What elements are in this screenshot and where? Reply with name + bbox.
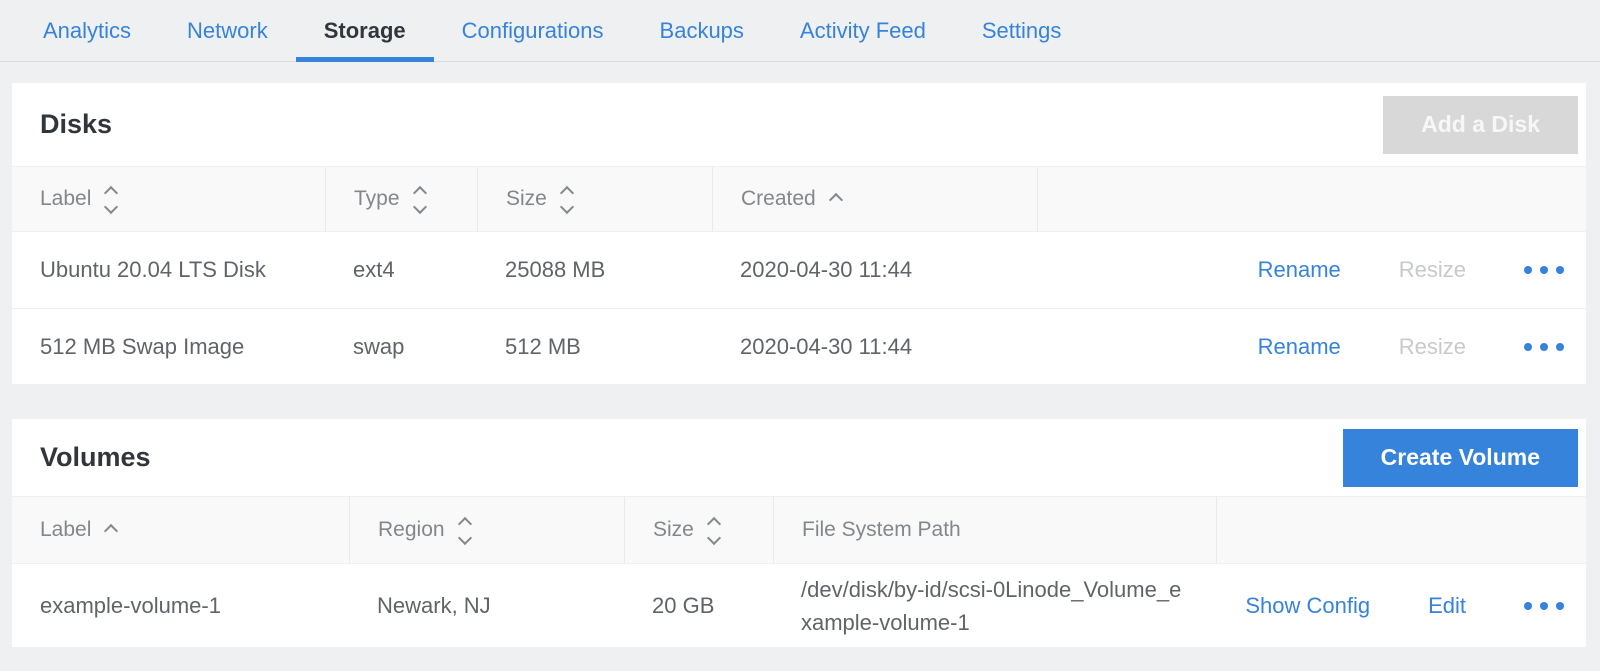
volume-label-cell: example-volume-1: [12, 564, 349, 647]
volumes-section-title: Volumes: [40, 442, 151, 473]
tab-storage[interactable]: Storage: [296, 0, 434, 61]
disk-row-actions: Rename Resize: [1037, 309, 1586, 384]
disks-column-label[interactable]: Label: [12, 167, 325, 231]
disks-section-title: Disks: [40, 109, 112, 140]
disk-created-cell: 2020-04-30 11:44: [712, 232, 1037, 308]
disks-section: Disks Add a Disk Label Type Size Created…: [12, 83, 1586, 384]
add-a-disk-button[interactable]: Add a Disk: [1383, 96, 1578, 154]
volumes-card-header: Volumes Create Volume: [12, 419, 1586, 496]
tab-configurations[interactable]: Configurations: [434, 0, 632, 61]
disks-card-header: Disks Add a Disk: [12, 83, 1586, 166]
volume-region-cell: Newark, NJ: [349, 564, 624, 647]
tab-network[interactable]: Network: [159, 0, 296, 61]
disk-row-actions: Rename Resize: [1037, 232, 1586, 308]
tab-settings[interactable]: Settings: [954, 0, 1090, 61]
volumes-column-label[interactable]: Label: [12, 497, 349, 563]
disk-type-cell: ext4: [325, 232, 477, 308]
column-label-text: Region: [378, 518, 445, 542]
resize-link[interactable]: Resize: [1399, 257, 1466, 283]
disk-table-row: Ubuntu 20.04 LTS Disk ext4 25088 MB 2020…: [12, 232, 1586, 308]
disk-size-cell: 512 MB: [477, 309, 712, 384]
chevron-up-down-icon: [415, 188, 425, 212]
volumes-column-actions-empty: [1216, 497, 1586, 563]
chevron-up-down-icon: [106, 188, 116, 212]
disk-created-cell: 2020-04-30 11:44: [712, 309, 1037, 384]
tab-backups[interactable]: Backups: [632, 0, 772, 61]
chevron-up-icon: [106, 526, 116, 536]
column-label-text: Size: [506, 187, 547, 211]
chevron-up-down-icon: [709, 519, 719, 543]
volumes-table-header: Label Region Size File System Path: [12, 496, 1586, 564]
resize-link[interactable]: Resize: [1399, 334, 1466, 360]
tab-analytics[interactable]: Analytics: [15, 0, 159, 61]
column-label-text: Created: [741, 187, 816, 211]
tab-activity-feed[interactable]: Activity Feed: [772, 0, 954, 61]
disks-column-type[interactable]: Type: [325, 167, 477, 231]
ellipsis-icon[interactable]: [1524, 266, 1564, 274]
volume-table-row: example-volume-1 Newark, NJ 20 GB /dev/d…: [12, 564, 1586, 647]
volume-path-cell: /dev/disk/by-id/scsi-0Linode_Volume_exam…: [773, 564, 1216, 647]
volumes-section: Volumes Create Volume Label Region Size …: [12, 419, 1586, 647]
disk-label-cell: Ubuntu 20.04 LTS Disk: [12, 232, 325, 308]
rename-link[interactable]: Rename: [1258, 334, 1341, 360]
tab-bar: Analytics Network Storage Configurations…: [0, 0, 1600, 62]
column-label-text: Label: [40, 518, 91, 542]
disk-size-cell: 25088 MB: [477, 232, 712, 308]
disks-table-header: Label Type Size Created: [12, 166, 1586, 232]
show-config-link[interactable]: Show Config: [1245, 593, 1370, 619]
column-label-text: Label: [40, 187, 91, 211]
disks-column-size[interactable]: Size: [477, 167, 712, 231]
volume-size-cell: 20 GB: [624, 564, 773, 647]
chevron-up-down-icon: [460, 519, 470, 543]
create-volume-button[interactable]: Create Volume: [1343, 429, 1578, 487]
rename-link[interactable]: Rename: [1258, 257, 1341, 283]
volume-row-actions: Show Config Edit: [1216, 564, 1586, 647]
column-label-text: Size: [653, 518, 694, 542]
volumes-column-size[interactable]: Size: [624, 497, 773, 563]
edit-link[interactable]: Edit: [1428, 593, 1466, 619]
volumes-column-path: File System Path: [773, 497, 1216, 563]
disk-type-cell: swap: [325, 309, 477, 384]
chevron-up-icon: [831, 195, 841, 205]
file-system-path-text: /dev/disk/by-id/scsi-0Linode_Volume_exam…: [801, 573, 1189, 639]
disk-table-row: 512 MB Swap Image swap 512 MB 2020-04-30…: [12, 308, 1586, 384]
chevron-up-down-icon: [562, 188, 572, 212]
column-label-text: File System Path: [802, 518, 961, 542]
column-label-text: Type: [354, 187, 400, 211]
volumes-column-region[interactable]: Region: [349, 497, 624, 563]
ellipsis-icon[interactable]: [1524, 602, 1564, 610]
disks-column-actions-empty: [1037, 167, 1586, 231]
disks-column-created[interactable]: Created: [712, 167, 1037, 231]
disk-label-cell: 512 MB Swap Image: [12, 309, 325, 384]
ellipsis-icon[interactable]: [1524, 343, 1564, 351]
